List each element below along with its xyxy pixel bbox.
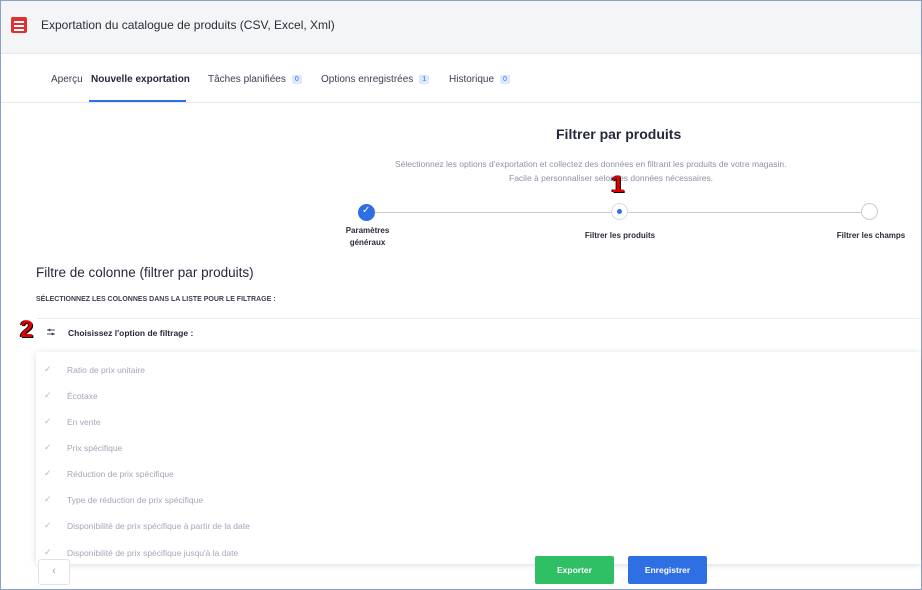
app-title: Exportation du catalogue de produits (CS…: [41, 18, 335, 32]
step-1-label: Paramètres généraux: [345, 226, 390, 247]
check-icon: ✓: [44, 494, 52, 504]
dropdown-option[interactable]: ✓ Écotaxe: [36, 390, 921, 410]
annotation-1: 1: [611, 171, 625, 198]
tab-bar: Aperçu Nouvelle exportation Tâches plani…: [1, 54, 921, 103]
dropdown-option[interactable]: ✓ Type de réduction de prix spécifique: [36, 494, 921, 514]
tab-historique[interactable]: Historique 0: [449, 74, 510, 85]
step-1-check-icon[interactable]: ✓: [358, 204, 375, 221]
tab-badge: 0: [500, 75, 510, 84]
filter-options-dropdown: ✓ Ratio de prix unitaire ✓ Écotaxe ✓ En ven…: [36, 352, 921, 564]
check-icon: ✓: [44, 520, 52, 530]
dropdown-option[interactable]: ✓ Ratio de prix unitaire: [36, 364, 921, 384]
check-icon: ✓: [44, 468, 52, 478]
dropdown-option[interactable]: ✓ Disponibilité de prix spécifique à part…: [36, 520, 921, 540]
page-subtitle: Sélectionnez les options d'exportation e…: [395, 159, 787, 169]
filter-select-label: Choisissez l'option de filtrage :: [68, 328, 194, 338]
check-icon: ✓: [44, 390, 52, 400]
check-icon: ✓: [44, 547, 52, 557]
tab-badge: 1: [419, 75, 430, 84]
step-3-label: Filtrer les champs: [836, 231, 906, 240]
tab-taches-planifiees[interactable]: Tâches planifiées 0: [208, 74, 302, 85]
stepper-line: [374, 212, 612, 213]
step-2-current-icon[interactable]: [611, 203, 628, 220]
page-title: Filtrer par produits: [556, 126, 682, 142]
chevron-left-icon: ‹: [52, 565, 56, 577]
save-button[interactable]: Enregistrer: [628, 556, 707, 584]
active-tab-indicator: [89, 100, 186, 102]
previous-step-button[interactable]: ‹: [38, 559, 70, 585]
step-2-label: Filtrer les produits: [584, 231, 656, 240]
section-title: Filtre de colonne (filtrer par produits): [36, 265, 254, 280]
dropdown-option[interactable]: ✓ Prix spécifique: [36, 442, 921, 462]
step-3-pending-icon[interactable]: [861, 203, 878, 220]
annotation-2: 2: [20, 316, 34, 343]
dropdown-option[interactable]: ✓ Disponibilité de prix spécifique jusqu'…: [36, 547, 921, 567]
dropdown-option[interactable]: ✓ En vente: [36, 416, 921, 436]
tab-nouvelle-exportation[interactable]: Nouvelle exportation: [91, 74, 190, 85]
check-icon: ✓: [44, 442, 52, 452]
app-header: Exportation du catalogue de produits (CS…: [1, 1, 921, 54]
export-button[interactable]: Exporter: [535, 556, 614, 584]
check-icon: ✓: [44, 416, 52, 426]
section-subtitle: SÉLECTIONNEZ LES COLONNES DANS LA LISTE …: [36, 296, 276, 303]
filter-option-select[interactable]: Choisissez l'option de filtrage :: [36, 318, 921, 346]
check-icon: ✓: [44, 364, 52, 374]
module-logo-icon: [11, 17, 27, 33]
sliders-icon: [47, 328, 55, 336]
stepper-line: [627, 212, 862, 213]
tab-options-enregistrees[interactable]: Options enregistrées 1: [321, 74, 430, 85]
tab-badge: 0: [291, 75, 302, 84]
tab-apercu[interactable]: Aperçu: [51, 74, 83, 85]
dropdown-option[interactable]: ✓ Réduction de prix spécifique: [36, 468, 921, 488]
